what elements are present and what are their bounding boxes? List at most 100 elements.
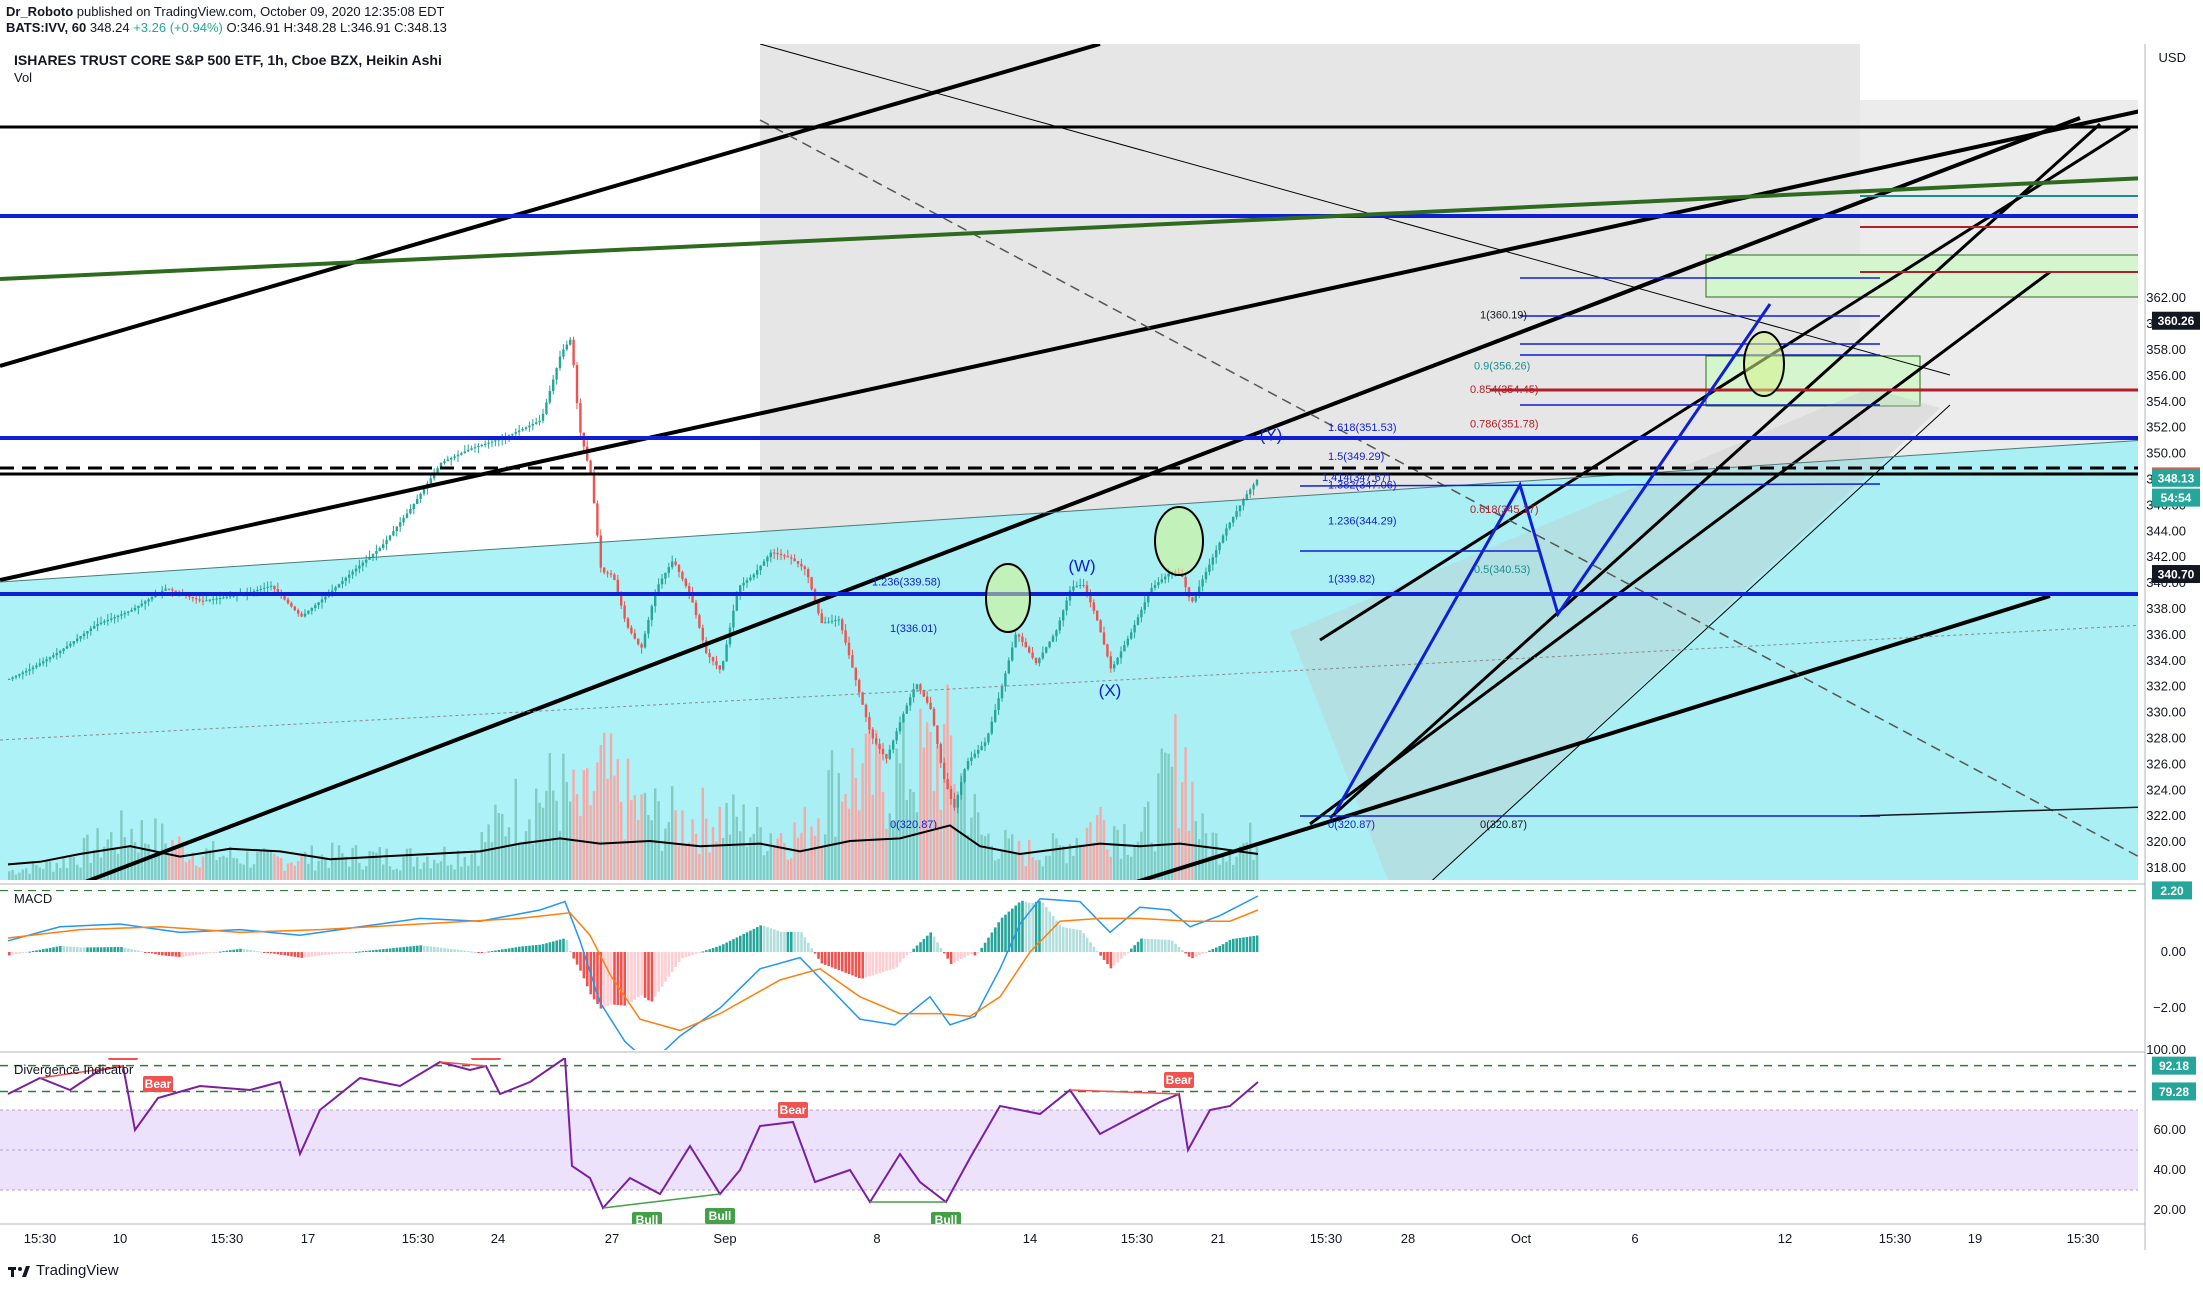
macd-histogram-bar: [1109, 952, 1113, 969]
volume-bar: [511, 846, 514, 880]
candle: [212, 599, 215, 601]
volume-bar: [225, 857, 228, 880]
volume-bar: [426, 856, 429, 880]
volume-bar: [327, 867, 330, 880]
volume-bar: [154, 818, 157, 880]
candle: [912, 689, 915, 698]
macd-histogram-bar: [1225, 942, 1228, 952]
candle: [215, 598, 218, 600]
volume-bar: [732, 794, 735, 880]
macd-histogram-bar: [847, 952, 851, 975]
macd-histogram-bar: [864, 952, 868, 978]
macd-histogram-bar: [909, 952, 912, 953]
macd-histogram-bar: [912, 948, 915, 952]
candle: [633, 633, 636, 639]
candle: [864, 704, 868, 718]
volume-bar: [579, 816, 582, 880]
candle: [490, 441, 494, 443]
chart-canvas[interactable]: 1(360.19) 0.9(356.26) 0.854(354.45) 0.786(3…: [0, 0, 2203, 1290]
candle: [769, 552, 772, 557]
volume-bar: [1167, 753, 1170, 880]
macd-histogram-bar: [898, 952, 902, 963]
price-axis[interactable]: 318.00 320.00 322.00 324.00 326.00 328.00 330.…: [2146, 290, 2200, 1217]
macd-histogram-bar: [1245, 936, 1249, 952]
macd-histogram-bar: [861, 952, 864, 979]
volume-bar: [436, 863, 439, 880]
macd-histogram-bar: [45, 948, 48, 952]
candle: [674, 561, 677, 565]
time-tick-label: 28: [1401, 1231, 1415, 1246]
volume-bar: [331, 842, 334, 880]
volume-bar: [535, 788, 538, 880]
candle: [1147, 594, 1150, 603]
macd-histogram-bar: [1198, 952, 1201, 956]
macd-histogram-bar: [8, 952, 11, 956]
volume-bar: [939, 809, 942, 880]
time-tick-label: 15:30: [211, 1231, 244, 1246]
candle: [1126, 638, 1129, 646]
macd-histogram-bar: [1208, 950, 1211, 952]
candle: [392, 531, 395, 536]
volume-bar: [181, 841, 184, 880]
candle: [847, 642, 851, 656]
volume-bar: [565, 782, 568, 880]
candle: [1048, 641, 1051, 648]
volume-bar: [919, 708, 922, 880]
macd-histogram-bar: [480, 952, 484, 953]
macd-histogram-bar: [793, 931, 796, 952]
macd-histogram-bar: [191, 952, 195, 956]
macd-histogram-bar: [120, 947, 123, 952]
macd-histogram-bar: [392, 948, 395, 952]
candle: [484, 443, 487, 445]
macd-histogram-bar: [86, 947, 89, 952]
macd-histogram-bar: [239, 948, 242, 952]
candle: [888, 749, 891, 759]
volume-bar: [358, 862, 361, 880]
volume-bar: [997, 858, 1000, 880]
volume-bar: [48, 861, 52, 880]
candle: [1218, 542, 1221, 551]
candle: [283, 596, 286, 600]
candle: [337, 584, 341, 588]
candle: [18, 674, 21, 676]
candle: [69, 643, 72, 647]
candle: [766, 556, 769, 562]
candle: [1062, 610, 1065, 621]
volume-bar: [300, 853, 303, 880]
fib-level-label: 0.5(340.53): [1474, 564, 1530, 576]
volume-bar: [1170, 766, 1174, 880]
macd-histogram-bar: [416, 945, 419, 952]
volume-bar: [769, 833, 772, 880]
macd-histogram-bar: [331, 952, 334, 955]
volume-bar: [1021, 855, 1024, 880]
volume-bar: [667, 822, 670, 880]
candle: [708, 653, 711, 658]
macd-histogram-bar: [827, 952, 830, 967]
macd-histogram-bar: [280, 952, 283, 955]
volume-bar: [402, 856, 405, 880]
volume-bar: [21, 869, 24, 880]
fib-level-label: 1.5(349.29): [1328, 451, 1384, 463]
time-axis[interactable]: 15:30 10 15:30 17 15:30 24 27 Sep 8 14 15:30 21 15:3…: [24, 1231, 2100, 1246]
macd-histogram-bar: [562, 938, 565, 952]
candle: [800, 563, 803, 567]
candle: [983, 742, 987, 747]
macd-histogram-bar: [759, 925, 762, 952]
volume-bar: [1102, 820, 1106, 880]
bear-signal-badge: Bear: [143, 1076, 173, 1092]
macd-histogram-bar: [310, 952, 314, 957]
volume-bar: [337, 845, 341, 880]
volume-bar: [1255, 847, 1259, 880]
macd-histogram-bar: [902, 952, 905, 959]
candle: [752, 574, 755, 578]
macd-histogram-bar: [144, 952, 147, 953]
volume-bar: [1089, 822, 1092, 880]
volume-bar: [235, 858, 239, 880]
macd-histogram-bar: [494, 950, 497, 952]
macd-histogram-bar: [242, 949, 246, 952]
macd-badge: 2.20: [2152, 881, 2192, 900]
macd-histogram-bar: [1038, 900, 1041, 952]
candle: [409, 509, 412, 514]
macd-histogram-bar: [484, 952, 487, 953]
volume-bar: [1014, 852, 1017, 880]
